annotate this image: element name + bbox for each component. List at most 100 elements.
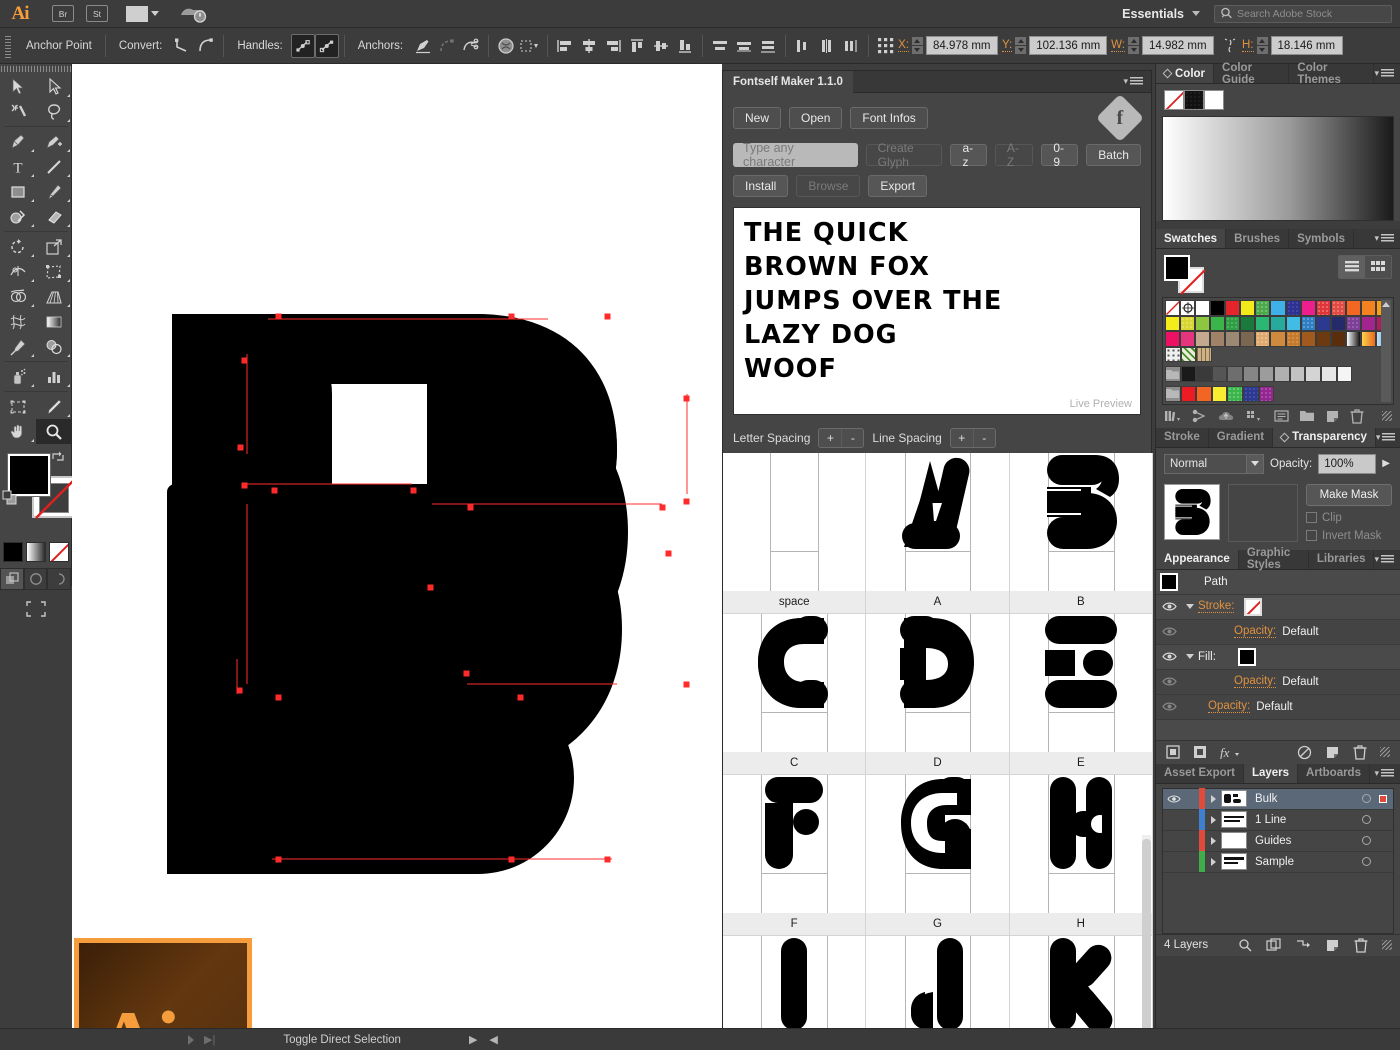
swatch[interactable] <box>1210 331 1226 347</box>
swatch[interactable] <box>1270 300 1286 316</box>
swatch[interactable] <box>1240 315 1256 332</box>
swatch[interactable] <box>1330 331 1346 347</box>
swatches-grid[interactable] <box>1162 297 1394 405</box>
swatch[interactable] <box>1225 300 1241 316</box>
make-mask-button[interactable]: Make Mask <box>1306 483 1392 506</box>
swatch[interactable] <box>1195 300 1211 316</box>
appearance-row-stroke[interactable]: Stroke: <box>1156 594 1400 620</box>
swatch[interactable] <box>1315 315 1331 332</box>
color-button[interactable] <box>2 542 23 562</box>
swatch[interactable] <box>1345 331 1361 347</box>
swatch[interactable] <box>1258 366 1275 382</box>
swatch-folder[interactable] <box>1165 366 1181 382</box>
swatches-scrollbar[interactable] <box>1381 300 1391 402</box>
visibility-eye-icon[interactable] <box>1156 701 1182 712</box>
tab-gradient[interactable]: Gradient <box>1208 427 1274 447</box>
tool-add-anchor-point[interactable] <box>36 129 72 154</box>
letter-spacing-increase[interactable]: + <box>819 429 841 447</box>
clip-checkbox-row[interactable]: Clip <box>1306 512 1392 524</box>
transform-menu-icon[interactable] <box>518 34 542 58</box>
h-value[interactable]: 18.146 mm <box>1270 36 1343 55</box>
add-effect-icon[interactable]: fx <box>1220 745 1240 759</box>
font-infos-button[interactable]: Font Infos <box>850 107 928 129</box>
tab-brushes[interactable]: Brushes <box>1226 229 1290 248</box>
swatch[interactable] <box>1315 331 1331 347</box>
create-sublayer-icon[interactable] <box>1295 938 1311 952</box>
opacity-input[interactable]: 100% <box>1318 453 1377 474</box>
panel-resize-grip[interactable] <box>1382 940 1392 951</box>
screen-mode-button[interactable] <box>0 598 71 620</box>
swatch-pattern[interactable] <box>1196 346 1212 363</box>
layer-disclosure-icon[interactable] <box>1205 836 1221 845</box>
tool-perspective-grid[interactable] <box>36 284 72 309</box>
x-value[interactable]: 84.978 mm <box>925 36 998 55</box>
tool-blend[interactable] <box>36 334 72 359</box>
tab-transparency[interactable]: Transparency <box>1273 427 1376 447</box>
swatch[interactable] <box>1360 331 1376 347</box>
creative-cloud-sync-icon[interactable] <box>179 4 209 24</box>
swatch[interactable] <box>1320 366 1337 382</box>
glyph-canvas[interactable] <box>723 775 866 913</box>
tab-color[interactable]: Color <box>1156 64 1215 83</box>
last-page-arrow[interactable]: ▶| <box>204 1033 215 1046</box>
swatch-none[interactable] <box>1165 300 1181 316</box>
glyph-cell-i[interactable]: I <box>723 936 867 1029</box>
letter-spacing-stepper[interactable]: + - <box>818 428 865 448</box>
tool-artboard[interactable] <box>0 394 36 419</box>
glyph-cell-k[interactable]: K <box>1009 936 1153 1029</box>
swatch[interactable] <box>1165 315 1181 332</box>
line-spacing-stepper[interactable]: + - <box>949 428 996 448</box>
swatches-fill-stroke[interactable] <box>1164 255 1208 295</box>
disclosure-triangle-icon[interactable] <box>1182 654 1198 660</box>
digits-batch-button[interactable]: 0-9 <box>1041 141 1079 169</box>
swatch[interactable] <box>1210 315 1226 332</box>
delete-item-icon[interactable] <box>1353 744 1367 760</box>
swatches-panel-menu-button[interactable]: ▾ <box>1374 229 1400 248</box>
scroll-up-arrow[interactable] <box>1382 302 1390 307</box>
type-character-input[interactable]: Type any character <box>733 141 858 169</box>
align-center-h-icon[interactable] <box>577 34 601 58</box>
opacity-label[interactable]: Opacity: <box>1208 700 1251 714</box>
layer-target-circle[interactable] <box>1362 794 1371 804</box>
glyph-cell-g[interactable]: G <box>866 775 1010 935</box>
tool-selection[interactable] <box>0 74 36 99</box>
glyph-canvas[interactable] <box>723 936 866 1029</box>
distribute-top-icon[interactable] <box>708 34 732 58</box>
layer-disclosure-icon[interactable] <box>1205 857 1221 866</box>
swatch[interactable] <box>1289 366 1306 382</box>
bridge-button[interactable]: Br <box>52 5 74 22</box>
tool-shaper[interactable] <box>0 204 36 229</box>
visibility-eye-icon[interactable] <box>1156 626 1182 637</box>
layer-target-circle[interactable] <box>1362 836 1371 846</box>
swatch[interactable] <box>1195 331 1211 347</box>
disclosure-triangle-icon[interactable] <box>1182 604 1198 610</box>
swatch[interactable] <box>1300 331 1316 347</box>
tool-width[interactable] <box>0 259 36 284</box>
appearance-panel-menu-button[interactable]: ▾ <box>1374 550 1400 569</box>
swatch[interactable] <box>1211 385 1228 402</box>
swatch-registration[interactable] <box>1180 300 1196 316</box>
tab-color-themes[interactable]: Color Themes <box>1289 62 1375 86</box>
remove-anchor-icon[interactable] <box>435 34 459 58</box>
duplicate-item-icon[interactable] <box>1325 745 1340 759</box>
clip-checkbox[interactable] <box>1306 512 1317 524</box>
swatch[interactable] <box>1360 300 1376 316</box>
blend-mode-select[interactable]: Normal <box>1164 453 1264 474</box>
invert-mask-checkbox-row[interactable]: Invert Mask <box>1306 530 1392 542</box>
swatch[interactable] <box>1210 300 1226 316</box>
chevron-down-icon[interactable] <box>1192 11 1200 16</box>
stroke-label[interactable]: Stroke: <box>1198 600 1235 614</box>
glyph-cell-e[interactable]: E <box>1009 614 1153 774</box>
swatch[interactable] <box>1285 331 1301 347</box>
layer-name[interactable]: Sample <box>1247 856 1362 868</box>
glyph-canvas[interactable] <box>866 775 1009 913</box>
batch-button[interactable]: Batch <box>1086 144 1141 166</box>
tool-direct-selection[interactable] <box>36 74 72 99</box>
glyph-cell-a[interactable]: A <box>866 453 1010 613</box>
tool-eraser[interactable] <box>36 204 72 229</box>
chip-white[interactable] <box>1204 90 1224 110</box>
swatch[interactable] <box>1274 366 1290 382</box>
swatch[interactable] <box>1305 366 1321 382</box>
status-flyout-arrow[interactable]: ▶ <box>469 1033 477 1046</box>
align-right-icon[interactable] <box>601 34 625 58</box>
